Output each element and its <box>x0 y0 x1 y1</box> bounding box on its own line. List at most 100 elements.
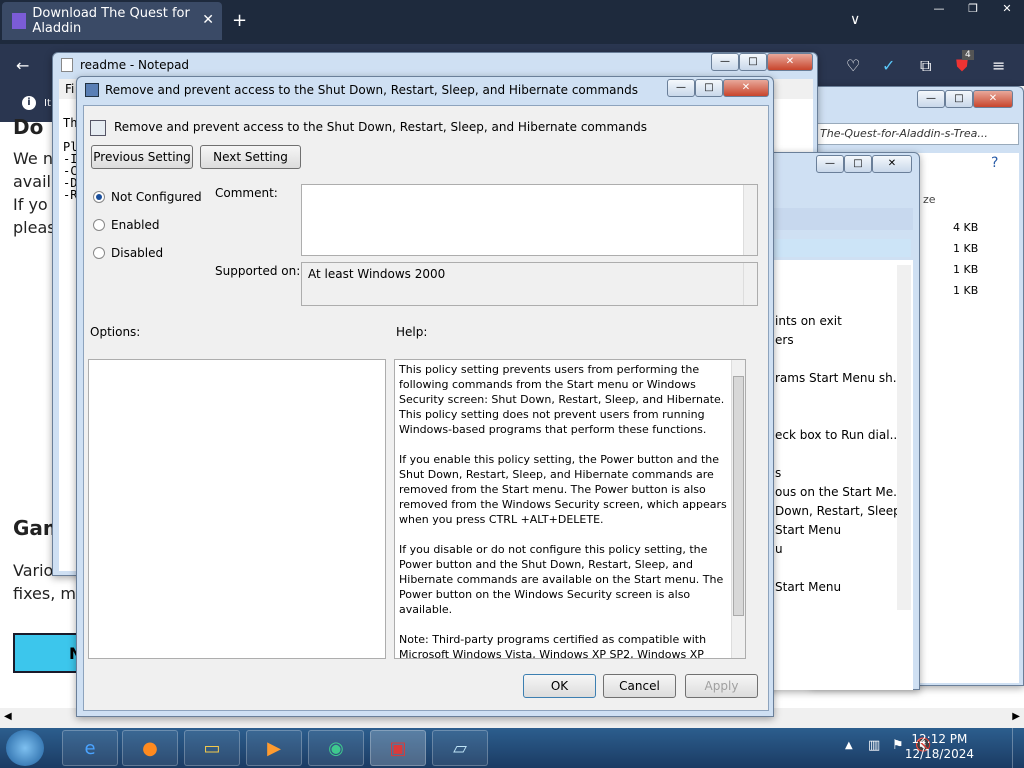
setting-name: Remove and prevent access to the Shut Do… <box>114 120 647 134</box>
close-tab-icon[interactable]: ✕ <box>202 12 214 28</box>
file-size: 4 KB <box>953 221 979 234</box>
media-player-icon[interactable]: ▶ <box>246 730 302 766</box>
notepad-icon <box>61 58 73 72</box>
radio-not-configured[interactable]: Not Configured <box>93 190 202 204</box>
scroll-left-icon[interactable]: ◀ <box>4 711 12 722</box>
chat-app-icon[interactable]: ◉ <box>308 730 364 766</box>
page-heading: Do <box>13 115 44 139</box>
file-size: 1 KB <box>953 284 979 297</box>
start-button[interactable] <box>6 730 44 766</box>
list-item[interactable]: Start Menu <box>775 523 915 537</box>
download-button[interactable]: N <box>13 633 83 673</box>
list-item[interactable]: ints on exit <box>775 314 915 328</box>
restore-icon[interactable]: ❐ <box>956 0 990 18</box>
supported-on-field: At least Windows 2000 <box>301 262 758 306</box>
selected-row[interactable] <box>761 239 911 257</box>
ok-button[interactable]: OK <box>523 674 596 698</box>
radio-enabled[interactable]: Enabled <box>93 218 160 232</box>
back-button[interactable]: ← <box>16 56 29 75</box>
minimize-icon[interactable]: — <box>922 0 956 18</box>
next-setting-button[interactable]: Next Setting <box>200 145 301 169</box>
clock[interactable]: 12:12 PM 12/18/2024 <box>905 732 974 762</box>
close-icon[interactable]: ✕ <box>723 79 769 97</box>
help-icon[interactable]: ? <box>991 155 998 171</box>
list-item[interactable]: s <box>775 466 915 480</box>
list-scrollbar[interactable] <box>897 265 911 610</box>
paragraph-line: pleas <box>13 218 56 237</box>
help-scrollbar[interactable] <box>731 360 745 658</box>
notepad-icon[interactable]: ▱ <box>432 730 488 766</box>
comment-field[interactable] <box>301 184 758 256</box>
address-text: The-Quest-for-Aladdin-s-Trea... <box>820 127 988 140</box>
list-item[interactable]: ous on the Start Me... <box>775 485 915 499</box>
list-item[interactable]: u <box>775 542 915 556</box>
tray-expand-icon[interactable]: ▲ <box>845 740 853 751</box>
paragraph-line: avail <box>13 172 51 191</box>
policy-dialog[interactable]: Remove and prevent access to the Shut Do… <box>76 76 774 717</box>
minimize-icon[interactable]: — <box>667 79 695 97</box>
list-item[interactable]: ers <box>775 333 915 347</box>
network-icon[interactable]: ▥ <box>868 738 880 753</box>
radio-icon <box>93 247 105 259</box>
close-icon[interactable]: ✕ <box>872 155 912 173</box>
close-icon[interactable]: ✕ <box>767 53 813 71</box>
supported-on-value: At least Windows 2000 <box>308 267 446 281</box>
list-tabs-button[interactable]: ∨ <box>850 12 860 28</box>
internet-explorer-icon[interactable]: e <box>62 730 118 766</box>
maximize-icon[interactable]: □ <box>945 90 973 108</box>
paragraph-line: fixes, m <box>13 584 76 603</box>
radio-label: Disabled <box>111 246 164 260</box>
browser-window-controls: — ❐ ✕ <box>922 0 1024 18</box>
apply-button[interactable]: Apply <box>685 674 758 698</box>
size-column-header: ze <box>923 193 936 206</box>
minimize-icon[interactable]: — <box>917 90 945 108</box>
dialog-body: Remove and prevent access to the Shut Do… <box>83 105 769 711</box>
maximize-icon[interactable]: □ <box>739 53 767 71</box>
pocket-icon[interactable]: ♡ <box>846 56 860 75</box>
close-icon[interactable]: ✕ <box>973 90 1013 108</box>
check-circle-icon[interactable]: ✓ <box>882 56 895 75</box>
previous-setting-button[interactable]: Previous Setting <box>91 145 193 169</box>
scroll-right-icon[interactable]: ▶ <box>1012 711 1020 722</box>
window-title: readme - Notepad <box>80 58 190 72</box>
new-tab-button[interactable]: + <box>232 10 247 31</box>
info-text: It <box>44 98 51 109</box>
policy-list-window[interactable]: — □ ✕ ints on exit ers rams Start Menu s… <box>755 152 920 690</box>
address-bar[interactable]: The-Quest-for-Aladdin-s-Trea... <box>815 123 1019 145</box>
list-item[interactable]: Down, Restart, Sleep... <box>775 504 915 518</box>
radio-icon <box>93 219 105 231</box>
radio-label: Not Configured <box>111 190 202 204</box>
menu-file[interactable]: Fi <box>59 82 74 96</box>
maximize-icon[interactable]: □ <box>695 79 723 97</box>
column-header <box>761 208 913 230</box>
list-item[interactable]: Start Menu <box>775 580 915 594</box>
help-text: This policy setting prevents users from … <box>399 363 727 659</box>
minimize-icon[interactable]: — <box>711 53 739 71</box>
firefox-icon[interactable]: ● <box>122 730 178 766</box>
extension-badge: 4 <box>962 50 974 60</box>
cancel-button[interactable]: Cancel <box>603 674 676 698</box>
minimize-icon[interactable]: — <box>816 155 844 173</box>
radio-label: Enabled <box>111 218 160 232</box>
file-explorer-icon[interactable]: ▭ <box>184 730 240 766</box>
action-center-flag-icon[interactable]: ⚑ <box>892 738 904 753</box>
maximize-icon[interactable]: □ <box>844 155 872 173</box>
clock-time: 12:12 PM <box>911 732 968 746</box>
help-pane: This policy setting prevents users from … <box>394 359 746 659</box>
list-item[interactable]: eck box to Run dial... <box>775 428 915 442</box>
dialog-title: Remove and prevent access to the Shut Do… <box>105 83 638 97</box>
comment-scrollbar[interactable] <box>743 185 757 255</box>
toolbox-icon[interactable]: ▣ <box>370 730 426 766</box>
list-item[interactable]: rams Start Menu sh... <box>775 371 915 385</box>
scroll-thumb[interactable] <box>733 376 744 616</box>
policy-list: ints on exit ers rams Start Menu sh... e… <box>761 260 913 690</box>
radio-disabled[interactable]: Disabled <box>93 246 163 260</box>
info-icon: i <box>22 96 36 110</box>
menu-button[interactable]: ≡ <box>992 56 1005 75</box>
supported-scrollbar[interactable] <box>743 263 757 305</box>
close-icon[interactable]: ✕ <box>990 0 1024 18</box>
taskbar: e ● ▭ ▶ ◉ ▣ ▱ ▲ ▥ ⚑ 🔇 12:12 PM 12/18/202… <box>0 728 1024 768</box>
browser-tab[interactable]: Download The Quest for Aladdin ✕ <box>2 2 222 40</box>
show-desktop-button[interactable] <box>1012 728 1024 768</box>
extensions-icon[interactable]: ⧉ <box>920 56 931 76</box>
